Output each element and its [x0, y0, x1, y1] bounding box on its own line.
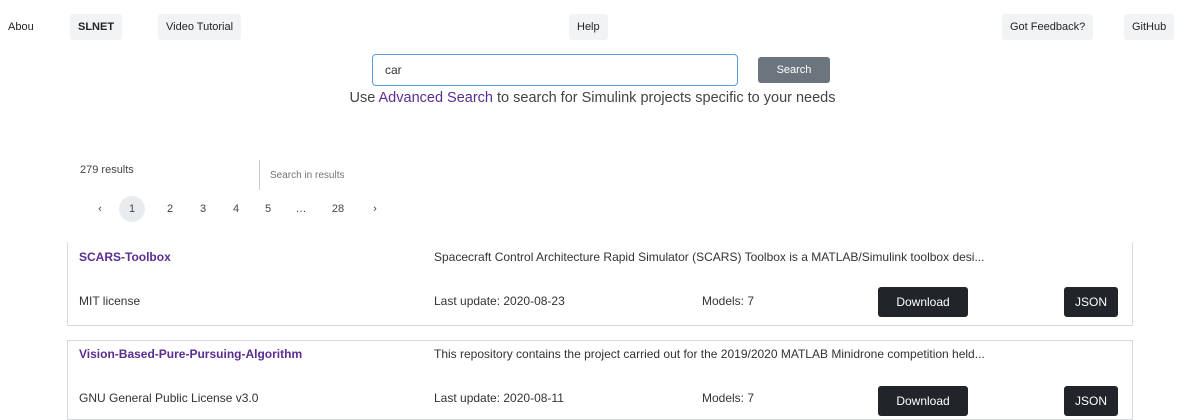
- nav-github-link[interactable]: GitHub: [1124, 14, 1175, 40]
- nav-help-link[interactable]: Help: [569, 14, 608, 40]
- pagination-page[interactable]: 28: [326, 196, 350, 222]
- download-button[interactable]: Download: [878, 287, 968, 317]
- advanced-search-link[interactable]: Advanced Search: [379, 90, 493, 106]
- pagination-page[interactable]: 3: [191, 196, 215, 222]
- nav-video-tutorial-link[interactable]: Video Tutorial: [158, 14, 242, 40]
- advanced-search-hint: Use Advanced Search to search for Simuli…: [0, 90, 1185, 106]
- project-description: This repository contains the project car…: [434, 347, 985, 361]
- project-title-link[interactable]: SCARS-Toolbox: [79, 250, 171, 264]
- project-models-count: Models: 7: [702, 294, 755, 308]
- project-license: GNU General Public License v3.0: [79, 391, 259, 405]
- advanced-suffix: to search for Simulink projects specific…: [492, 90, 836, 106]
- project-last-update: Last update: 2020-08-23: [434, 294, 565, 308]
- pagination-prev[interactable]: ‹: [88, 196, 112, 222]
- nav-brand-link[interactable]: SLNET: [70, 14, 123, 40]
- advanced-prefix: Use: [349, 90, 379, 106]
- pagination-page[interactable]: 4: [224, 196, 248, 222]
- json-button[interactable]: JSON: [1064, 287, 1118, 317]
- project-models-count: Models: 7: [702, 391, 755, 405]
- nav-about-link[interactable]: Abou: [8, 14, 34, 40]
- json-button[interactable]: JSON: [1064, 386, 1118, 416]
- search-input[interactable]: [372, 54, 738, 86]
- pagination-page-current[interactable]: 1: [119, 196, 145, 222]
- result-card: Vision-Based-Pure-Pursuing-Algorithm Thi…: [67, 340, 1133, 420]
- pagination-page[interactable]: 2: [158, 196, 182, 222]
- nav-feedback-link[interactable]: Got Feedback?: [1002, 14, 1094, 40]
- result-card: SCARS-Toolbox Spacecraft Control Archite…: [67, 242, 1133, 326]
- project-license: MIT license: [79, 294, 141, 308]
- download-button[interactable]: Download: [878, 386, 968, 416]
- project-last-update: Last update: 2020-08-11: [434, 391, 564, 405]
- pagination-page[interactable]: 5: [256, 196, 280, 222]
- pagination-next[interactable]: ›: [363, 196, 387, 222]
- search-in-results-input[interactable]: [259, 160, 419, 190]
- search-button[interactable]: Search: [758, 57, 830, 83]
- pagination-ellipsis: …: [295, 203, 307, 215]
- results-count: 279 results: [80, 164, 134, 176]
- project-description: Spacecraft Control Architecture Rapid Si…: [434, 250, 985, 264]
- project-title-link[interactable]: Vision-Based-Pure-Pursuing-Algorithm: [79, 347, 302, 361]
